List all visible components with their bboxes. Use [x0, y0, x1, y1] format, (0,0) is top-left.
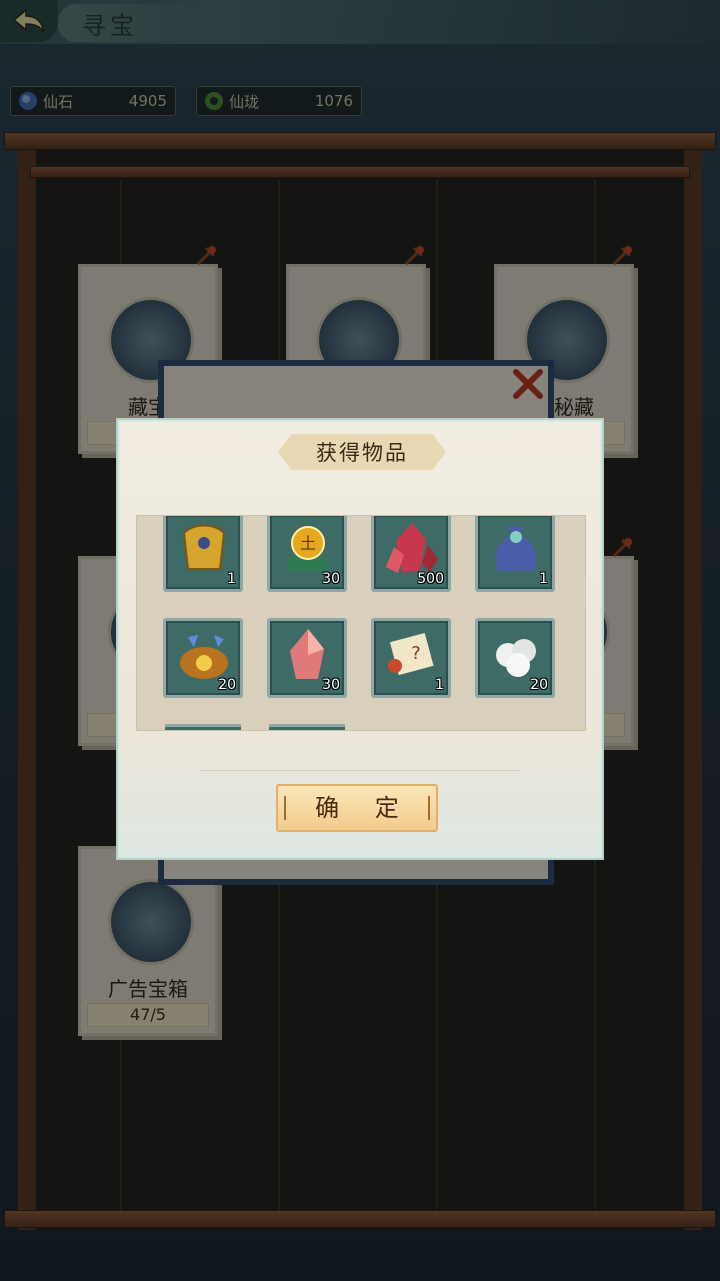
item-quantity: 20	[530, 677, 548, 693]
item-list[interactable]: 1 土 30 500 1 20 30 ? 1 20	[136, 515, 586, 731]
item-quantity: 30	[322, 677, 340, 693]
reward-item-peek	[269, 724, 345, 730]
svg-text:?: ?	[411, 643, 421, 664]
reward-item[interactable]: 500	[371, 516, 451, 592]
scroll-icon: ?	[388, 632, 434, 676]
item-quantity: 500	[417, 571, 444, 587]
divider	[200, 770, 520, 771]
reward-item-peek	[165, 724, 241, 730]
pink-shard-icon	[290, 629, 324, 679]
item-quantity: 1	[539, 571, 548, 587]
reward-item[interactable]: ? 1	[371, 618, 451, 698]
blue-bag-icon	[495, 527, 537, 571]
reward-item[interactable]: 20	[475, 618, 555, 698]
reward-item[interactable]: 20	[163, 618, 243, 698]
confirm-button[interactable]: 确 定	[276, 784, 438, 832]
svg-text:土: 土	[300, 534, 316, 553]
reward-item[interactable]: 1	[163, 516, 243, 592]
item-quantity: 1	[435, 677, 444, 693]
treasure-bag-icon	[180, 635, 228, 679]
red-crystal-icon	[386, 523, 438, 573]
reward-item[interactable]: 30	[267, 618, 347, 698]
white-cloud-icon	[496, 639, 536, 677]
item-quantity: 20	[218, 677, 236, 693]
reward-item[interactable]: 土 30	[267, 516, 347, 592]
item-quantity: 30	[322, 571, 340, 587]
gold-armor-icon	[182, 524, 226, 570]
reward-item[interactable]: 1	[475, 516, 555, 592]
earth-orb-icon: 土	[288, 526, 328, 571]
reward-modal: 获得物品 1 土 30 500 1 20 30 ? 1 20 确 定	[118, 420, 602, 858]
modal-title: 获得物品	[316, 441, 408, 465]
item-quantity: 1	[227, 571, 236, 587]
